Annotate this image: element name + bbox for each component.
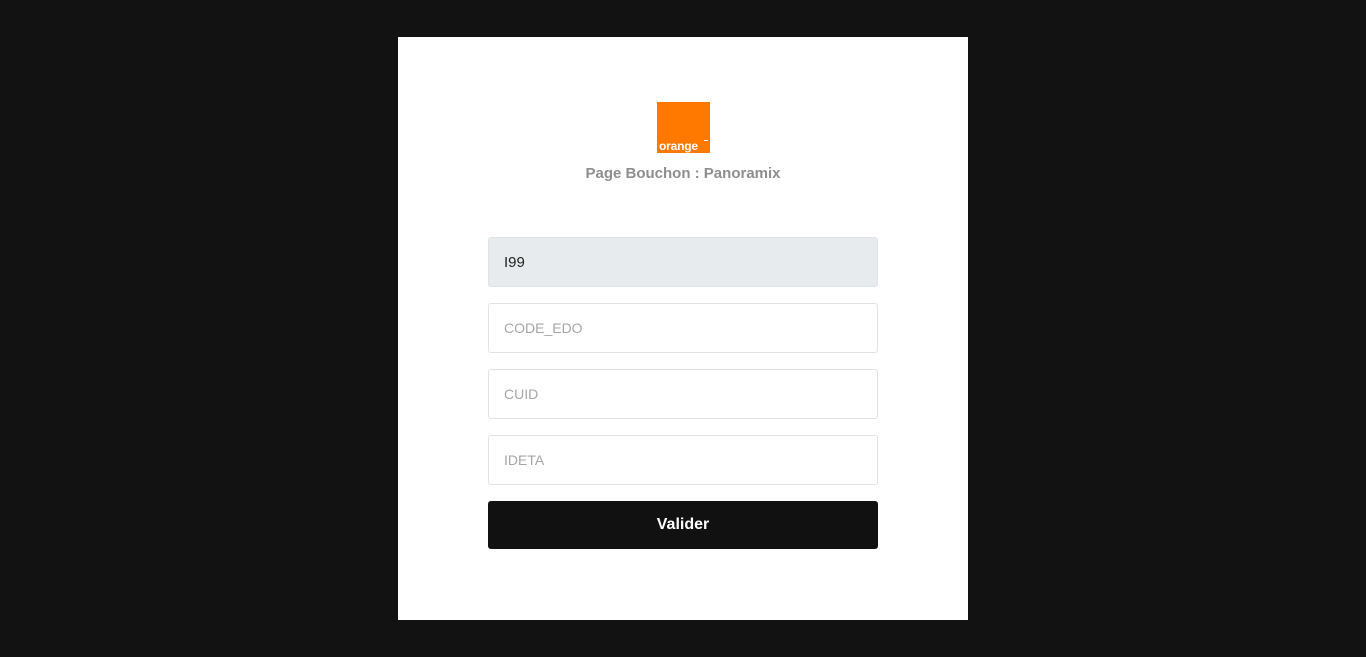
first-field-input[interactable]: [488, 237, 878, 287]
valider-button[interactable]: Valider: [488, 501, 878, 549]
orange-logo-text: orange: [659, 139, 698, 153]
login-card: orange Page Bouchon : Panoramix Valider: [398, 37, 968, 620]
page-title: Page Bouchon : Panoramix: [585, 165, 781, 182]
orange-logo: orange: [657, 102, 710, 153]
ideta-input[interactable]: [488, 435, 878, 485]
trademark-mark-icon: [704, 140, 708, 143]
code-edo-input[interactable]: [488, 303, 878, 353]
cuid-input[interactable]: [488, 369, 878, 419]
